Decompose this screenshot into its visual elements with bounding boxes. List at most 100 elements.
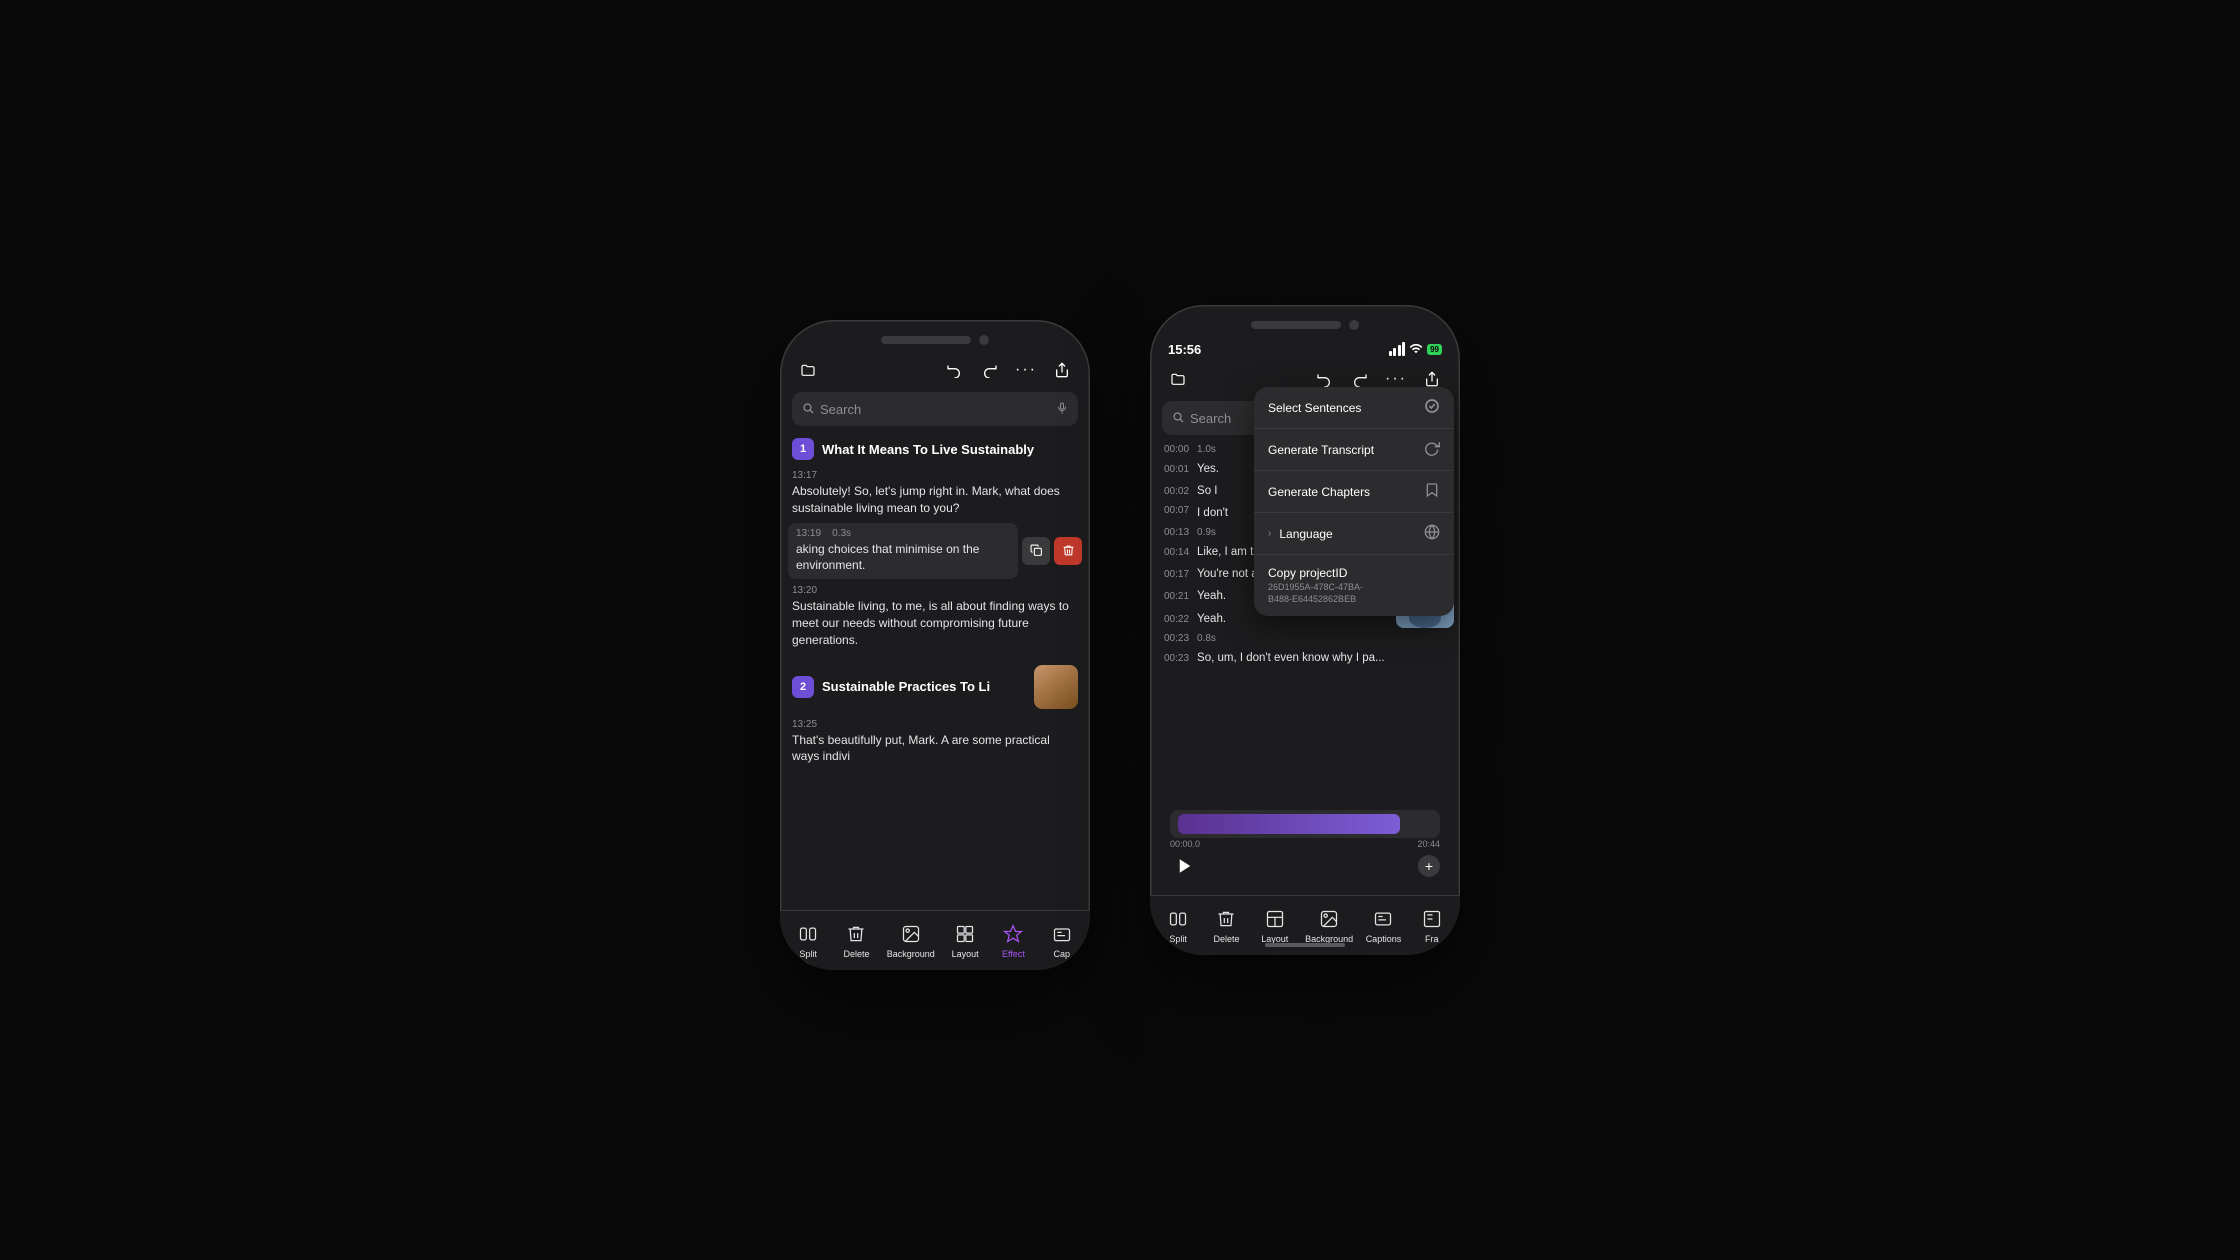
bar1 xyxy=(1389,351,1392,356)
select-sentences-icon xyxy=(1424,398,1440,417)
dropdown-menu: Select Sentences Generate Transcript xyxy=(1254,387,1454,616)
play-button-right[interactable] xyxy=(1170,851,1200,881)
tr-row-9-inner: 00:23 0.8s xyxy=(1164,633,1446,644)
copy-projectid-label: Copy projectID xyxy=(1268,566,1347,580)
battery-badge-right: 99 xyxy=(1427,344,1442,355)
split-icon-left xyxy=(796,922,820,946)
transcript-text-1: Absolutely! So, let's jump right in. Mar… xyxy=(792,483,1078,517)
right-timeline-area: 00:00.0 20:44 + xyxy=(1150,808,1460,883)
thumb-face xyxy=(1034,665,1078,709)
delete-label-left: Delete xyxy=(843,949,869,959)
layout-icon-left xyxy=(953,922,977,946)
background-icon-left xyxy=(899,922,923,946)
fra-icon-right xyxy=(1420,907,1444,931)
copy-projectid-value: 26D1955A-478C-47BA-B488-E64452862BEB xyxy=(1268,582,1363,605)
dropdown-generate-transcript[interactable]: Generate Transcript xyxy=(1254,429,1454,471)
timeline-right-times: 00:00.0 20:44 xyxy=(1160,839,1450,849)
left-content: 1 What It Means To Live Sustainably 13:1… xyxy=(780,432,1090,912)
episode-2-thumb xyxy=(1034,665,1078,709)
bar3 xyxy=(1398,345,1401,356)
folder-icon-right[interactable] xyxy=(1164,365,1192,393)
transcript-time-1: 13:17 xyxy=(792,470,1078,481)
transcript-row-2: 13:20 Sustainable living, to me, is all … xyxy=(780,581,1090,652)
share-icon-left[interactable] xyxy=(1048,356,1076,384)
phone-right: 15:56 99 xyxy=(1150,305,1460,955)
home-pill-right xyxy=(1265,943,1345,947)
search-bar-left[interactable]: Search xyxy=(792,392,1078,426)
copy-button[interactable] xyxy=(1022,537,1050,565)
tool-layout-left[interactable]: Layout xyxy=(947,922,983,959)
tool-delete-left[interactable]: Delete xyxy=(838,922,874,959)
delete-button[interactable] xyxy=(1054,537,1082,565)
timeline-right[interactable] xyxy=(1170,810,1440,838)
generate-transcript-icon xyxy=(1424,440,1440,459)
split-icon-right xyxy=(1166,907,1190,931)
search-placeholder-left: Search xyxy=(820,402,1050,417)
layout-icon-right xyxy=(1263,907,1287,931)
folder-icon-left[interactable] xyxy=(794,356,822,384)
search-icon-right xyxy=(1172,411,1184,426)
episode-1-header: 1 What It Means To Live Sustainably xyxy=(780,432,1090,466)
layout-label-left: Layout xyxy=(952,949,979,959)
tr-row-9: 00:23 0.8s xyxy=(1150,630,1460,647)
timeline-right-start: 00:00.0 xyxy=(1170,839,1200,849)
search-icon-left xyxy=(802,402,814,417)
redo-icon-left[interactable] xyxy=(976,356,1004,384)
split-label-left: Split xyxy=(799,949,817,959)
episode-2-title: Sustainable Practices To Li xyxy=(822,679,1026,694)
episode-1-title: What It Means To Live Sustainably xyxy=(822,442,1034,457)
generate-chapters-icon xyxy=(1424,482,1440,501)
notch-pill-right xyxy=(1251,321,1341,329)
phone-right-notch xyxy=(1150,305,1460,337)
delete-icon-left xyxy=(844,922,868,946)
scene: ··· Search xyxy=(0,0,2240,1260)
notch-dot-left xyxy=(979,335,989,345)
left-bottom-toolbar: Split Delete xyxy=(780,910,1090,970)
cap-label-left: Cap xyxy=(1054,949,1071,959)
tool-cap-left[interactable]: Cap xyxy=(1044,922,1080,959)
right-playback: + xyxy=(1160,849,1450,883)
dropdown-copy-projectid[interactable]: Copy projectID 26D1955A-478C-47BA-B488-E… xyxy=(1254,555,1454,616)
language-left: › Language xyxy=(1268,527,1333,541)
tool-background-left[interactable]: Background xyxy=(887,922,935,959)
more-icon-left[interactable]: ··· xyxy=(1012,356,1040,384)
tool-split-left[interactable]: Split xyxy=(790,922,826,959)
selected-text-container: 13:19 0.3s aking choices that minimise o… xyxy=(788,523,1018,580)
effect-icon-left xyxy=(1001,922,1025,946)
tr-row-10: 00:23 So, um, I don't even know why I pa… xyxy=(1150,647,1460,669)
generate-transcript-label: Generate Transcript xyxy=(1268,443,1374,457)
add-button-right[interactable]: + xyxy=(1418,855,1440,877)
background-label-left: Background xyxy=(887,949,935,959)
effect-label-left: Effect xyxy=(1002,949,1025,959)
notch-dot-right xyxy=(1349,320,1359,330)
episode-2-header: 2 Sustainable Practices To Li xyxy=(780,659,1090,715)
language-chevron: › xyxy=(1268,528,1271,539)
selected-row: 13:19 0.3s aking choices that minimise o… xyxy=(788,523,1082,580)
dropdown-select-sentences[interactable]: Select Sentences xyxy=(1254,387,1454,429)
undo-icon-left[interactable] xyxy=(940,356,968,384)
transcript-row-1: 13:17 Absolutely! So, let's jump right i… xyxy=(780,466,1090,521)
wifi-icon-right xyxy=(1409,342,1423,357)
notch-pill-left xyxy=(881,336,971,344)
background-icon-right xyxy=(1317,907,1341,931)
dropdown-generate-chapters[interactable]: Generate Chapters xyxy=(1254,471,1454,513)
dropdown-language[interactable]: › Language xyxy=(1254,513,1454,555)
phone-left-notch xyxy=(780,320,1090,352)
select-sentences-label: Select Sentences xyxy=(1268,401,1361,415)
delete-icon-right xyxy=(1214,907,1238,931)
phone-left: ··· Search xyxy=(780,320,1090,970)
episode-1-num: 1 xyxy=(792,438,814,460)
transcript-time-2: 13:20 xyxy=(792,585,1078,596)
selected-text: aking choices that minimise on the envir… xyxy=(796,541,1010,575)
bar4 xyxy=(1402,342,1405,356)
right-status-bar: 15:56 99 xyxy=(1150,337,1460,361)
home-indicator-right xyxy=(1150,935,1460,955)
tool-effect-left[interactable]: Effect xyxy=(995,922,1031,959)
left-toolbar: ··· xyxy=(780,352,1090,388)
status-icons-right: 99 xyxy=(1389,342,1442,357)
tr-row-10-inner: 00:23 So, um, I don't even know why I pa… xyxy=(1164,650,1446,666)
timeline-right-end: 20:44 xyxy=(1417,839,1440,849)
selected-time: 13:19 0.3s xyxy=(796,528,1010,539)
mic-icon-left[interactable] xyxy=(1056,402,1068,417)
captions-icon-right xyxy=(1371,907,1395,931)
